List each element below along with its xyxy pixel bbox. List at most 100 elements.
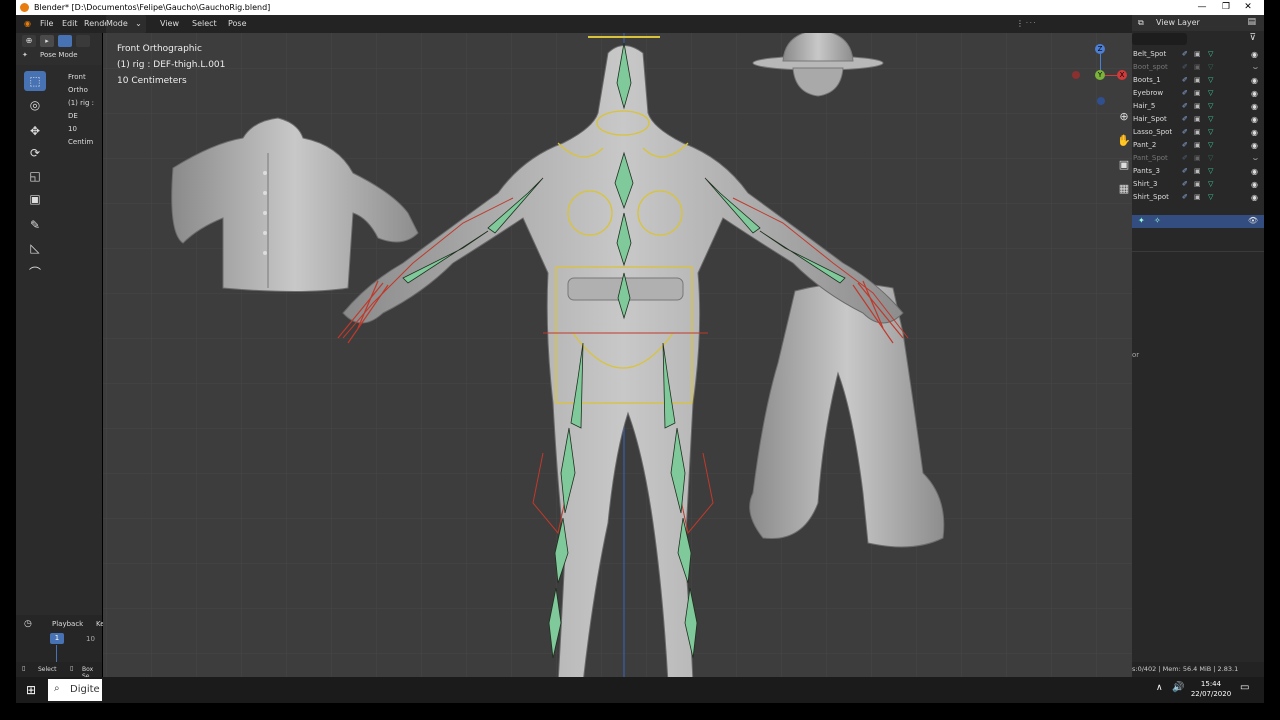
mesh-icon[interactable]: ▽ bbox=[1208, 191, 1213, 204]
menu-edit[interactable]: Edit bbox=[62, 15, 78, 33]
modifier-icon[interactable]: ✐ bbox=[1182, 113, 1188, 126]
bone-tool-icon[interactable]: ⌒ bbox=[24, 263, 46, 283]
eye-icon[interactable]: ◉ bbox=[1251, 87, 1258, 100]
modifier-icon[interactable]: ✐ bbox=[1182, 74, 1188, 87]
mesh-icon[interactable]: ▽ bbox=[1208, 165, 1213, 178]
eye-icon[interactable]: ◉ bbox=[1251, 126, 1258, 139]
mesh-icon[interactable]: ▽ bbox=[1208, 139, 1213, 152]
outliner-search-input[interactable] bbox=[1132, 33, 1187, 45]
modifier-icon[interactable]: ✐ bbox=[1182, 61, 1188, 74]
tray-chevron-icon[interactable]: ∧ bbox=[1156, 683, 1163, 693]
minimize-button[interactable]: — bbox=[1192, 0, 1212, 15]
playback-menu[interactable]: Playback bbox=[52, 620, 83, 628]
data-icon[interactable]: ▣ bbox=[1194, 178, 1201, 191]
mesh-icon[interactable]: ▽ bbox=[1208, 100, 1213, 113]
notifications-icon[interactable]: ▭ bbox=[1240, 682, 1249, 693]
eye-icon[interactable]: ◉ bbox=[1251, 191, 1258, 204]
gizmo-x-axis[interactable]: X bbox=[1117, 70, 1127, 80]
close-button[interactable]: ✕ bbox=[1238, 0, 1258, 15]
outliner-item[interactable]: Belt_Spot ✐ ▣ ▽ ◉ bbox=[1132, 48, 1264, 61]
outliner-item[interactable]: Pant_2 ✐ ▣ ▽ ◉ bbox=[1132, 139, 1264, 152]
eye-icon[interactable]: ◉ bbox=[1251, 165, 1258, 178]
gizmo-y-axis[interactable]: Y bbox=[1095, 70, 1105, 80]
eye-icon[interactable]: ◉ bbox=[1251, 178, 1258, 191]
move-tool-icon[interactable]: ✥ bbox=[24, 121, 46, 141]
mesh-icon[interactable]: ▽ bbox=[1208, 61, 1213, 74]
menu-pose[interactable]: Pose bbox=[228, 15, 247, 33]
gizmo-neg-z[interactable] bbox=[1097, 97, 1105, 105]
data-icon[interactable]: ▣ bbox=[1194, 61, 1201, 74]
mesh-icon[interactable]: ▽ bbox=[1208, 113, 1213, 126]
eye-closed-icon[interactable]: ⌣ bbox=[1253, 61, 1258, 74]
eye-icon[interactable]: 👁 bbox=[1248, 216, 1258, 225]
data-icon[interactable]: ▣ bbox=[1194, 165, 1201, 178]
scene-icon[interactable]: ⧉ bbox=[1138, 18, 1144, 28]
modifier-icon[interactable]: ✐ bbox=[1182, 48, 1188, 61]
select-mode-icon[interactable] bbox=[76, 35, 90, 47]
mode-dropdown[interactable]: Mode ⌄ bbox=[106, 15, 146, 33]
annotate-tool-icon[interactable]: ✎ bbox=[24, 215, 46, 235]
volume-icon[interactable]: 🔊 bbox=[1172, 682, 1184, 693]
menu-select[interactable]: Select bbox=[192, 15, 217, 33]
rotate-tool-icon[interactable]: ⟳ bbox=[24, 143, 46, 163]
eye-icon[interactable]: ◉ bbox=[1251, 139, 1258, 152]
data-icon[interactable]: ▣ bbox=[1194, 152, 1201, 165]
mesh-icon[interactable]: ▽ bbox=[1208, 87, 1213, 100]
mesh-icon[interactable]: ▽ bbox=[1208, 48, 1213, 61]
modifier-icon[interactable]: ✐ bbox=[1182, 126, 1188, 139]
eye-icon[interactable]: ◉ bbox=[1251, 113, 1258, 126]
data-icon[interactable]: ▣ bbox=[1194, 113, 1201, 126]
outliner-item[interactable]: Boots_1 ✐ ▣ ▽ ◉ bbox=[1132, 74, 1264, 87]
outliner-active-row[interactable]: ✦ ✧ 👁 bbox=[1132, 215, 1264, 228]
zoom-icon[interactable]: ⊕ bbox=[1116, 110, 1132, 134]
outliner-item[interactable]: Shirt_3 ✐ ▣ ▽ ◉ bbox=[1132, 178, 1264, 191]
restore-button[interactable]: ❐ bbox=[1216, 0, 1236, 15]
editor-type-icon[interactable]: ⊕ bbox=[22, 35, 36, 47]
data-icon[interactable]: ▣ bbox=[1194, 87, 1201, 100]
menu-file[interactable]: File bbox=[40, 15, 53, 33]
eye-closed-icon[interactable]: ⌣ bbox=[1253, 152, 1258, 165]
more-icon[interactable]: ⋮ bbox=[1016, 15, 1024, 33]
ortho-grid-icon[interactable]: ▦ bbox=[1116, 182, 1132, 206]
eye-icon[interactable]: ◉ bbox=[1251, 100, 1258, 113]
taskbar-search-box[interactable]: ⌕ Digite bbox=[48, 679, 102, 701]
gizmo-neg-x[interactable] bbox=[1072, 71, 1080, 79]
mesh-icon[interactable]: ▽ bbox=[1208, 74, 1213, 87]
outliner-item[interactable]: Shirt_Spot ✐ ▣ ▽ ◉ bbox=[1132, 191, 1264, 204]
modifier-icon[interactable]: ✐ bbox=[1182, 100, 1188, 113]
mesh-icon[interactable]: ▽ bbox=[1208, 178, 1213, 191]
3d-viewport[interactable]: Front Orthographic (1) rig : DEF-thigh.L… bbox=[103, 33, 1132, 703]
modifier-icon[interactable]: ✐ bbox=[1182, 87, 1188, 100]
mesh-icon[interactable]: ▽ bbox=[1208, 126, 1213, 139]
pose-mode-dropdown[interactable]: Pose Mode bbox=[40, 51, 78, 59]
data-icon[interactable]: ▣ bbox=[1194, 191, 1201, 204]
data-icon[interactable]: ▣ bbox=[1194, 48, 1201, 61]
camera-icon[interactable]: ▣ bbox=[1116, 158, 1132, 182]
modifier-icon[interactable]: ✐ bbox=[1182, 178, 1188, 191]
timeline-editor-icon[interactable]: ◷ bbox=[24, 619, 32, 629]
outliner-item[interactable]: Hair_5 ✐ ▣ ▽ ◉ bbox=[1132, 100, 1264, 113]
cursor-icon[interactable]: ▸ bbox=[40, 35, 54, 47]
menu-view[interactable]: View bbox=[160, 15, 179, 33]
modifier-icon[interactable]: ✐ bbox=[1182, 139, 1188, 152]
measure-tool-icon[interactable]: ◺ bbox=[24, 238, 46, 258]
data-icon[interactable]: ▣ bbox=[1194, 74, 1201, 87]
outliner-item[interactable]: Hair_Spot ✐ ▣ ▽ ◉ bbox=[1132, 113, 1264, 126]
select-box-icon[interactable] bbox=[58, 35, 72, 47]
modifier-icon[interactable]: ✐ bbox=[1182, 152, 1188, 165]
outliner-item[interactable]: Boot_spot ✐ ▣ ▽ ⌣ bbox=[1132, 61, 1264, 74]
outliner-item[interactable]: Eyebrow ✐ ▣ ▽ ◉ bbox=[1132, 87, 1264, 100]
outliner-item[interactable]: Pant_Spot ✐ ▣ ▽ ⌣ bbox=[1132, 152, 1264, 165]
tab-scroll[interactable]: · · · bbox=[1026, 15, 1036, 33]
transform-tool-icon[interactable]: ▣ bbox=[24, 189, 46, 209]
data-icon[interactable]: ▣ bbox=[1194, 100, 1201, 113]
outliner-item[interactable]: Lasso_Spot ✐ ▣ ▽ ◉ bbox=[1132, 126, 1264, 139]
data-icon[interactable]: ▣ bbox=[1194, 126, 1201, 139]
navigation-gizmo[interactable]: Z Y X bbox=[1063, 38, 1127, 118]
gizmo-z-axis[interactable]: Z bbox=[1095, 44, 1105, 54]
pan-hand-icon[interactable]: ✋ bbox=[1116, 134, 1132, 158]
data-icon[interactable]: ▣ bbox=[1194, 139, 1201, 152]
mesh-icon[interactable]: ▽ bbox=[1208, 152, 1213, 165]
windows-start-icon[interactable]: ⊞ bbox=[26, 683, 36, 697]
current-frame-indicator[interactable]: 1 bbox=[50, 633, 64, 644]
